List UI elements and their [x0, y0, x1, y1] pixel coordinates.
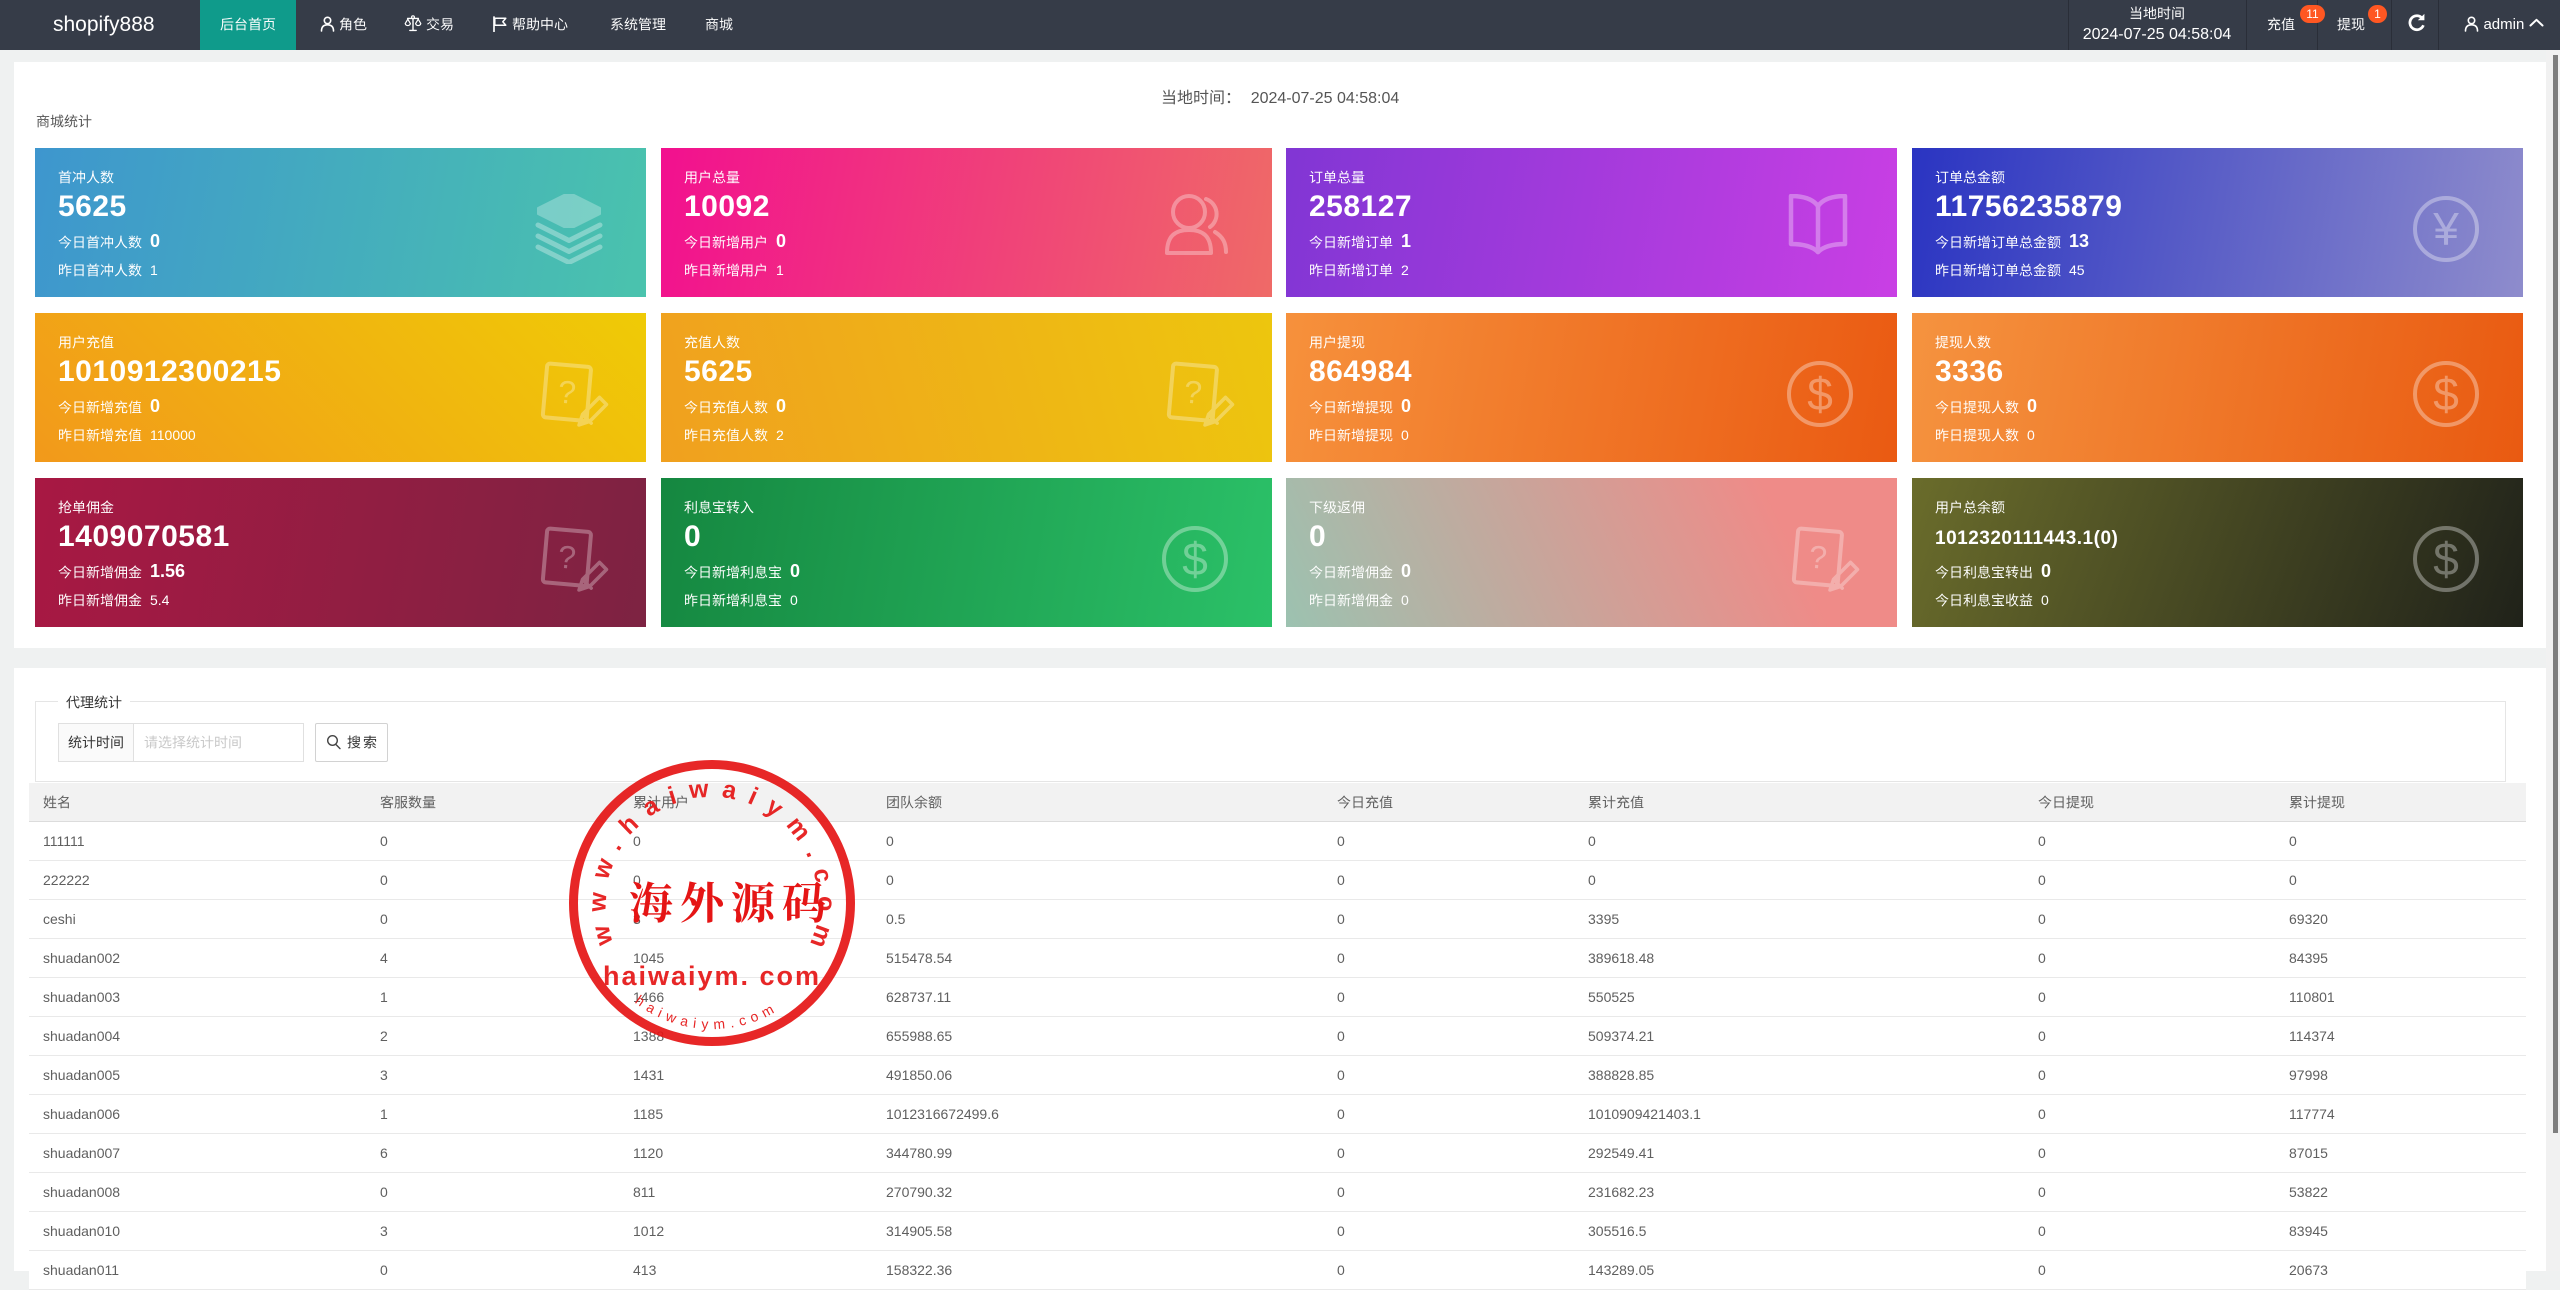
- svg-text:$: $: [2433, 533, 2459, 585]
- svg-text:?: ?: [556, 538, 577, 575]
- svg-text:?: ?: [1182, 373, 1203, 410]
- svg-text:$: $: [2433, 368, 2459, 420]
- svg-text:$: $: [1182, 533, 1208, 585]
- svg-text:¥: ¥: [2432, 203, 2459, 255]
- svg-text:?: ?: [556, 373, 577, 410]
- svg-text:$: $: [1807, 368, 1833, 420]
- svg-text:?: ?: [1807, 538, 1828, 575]
- svg-text:haiwaiym. com: haiwaiym. com: [603, 961, 821, 991]
